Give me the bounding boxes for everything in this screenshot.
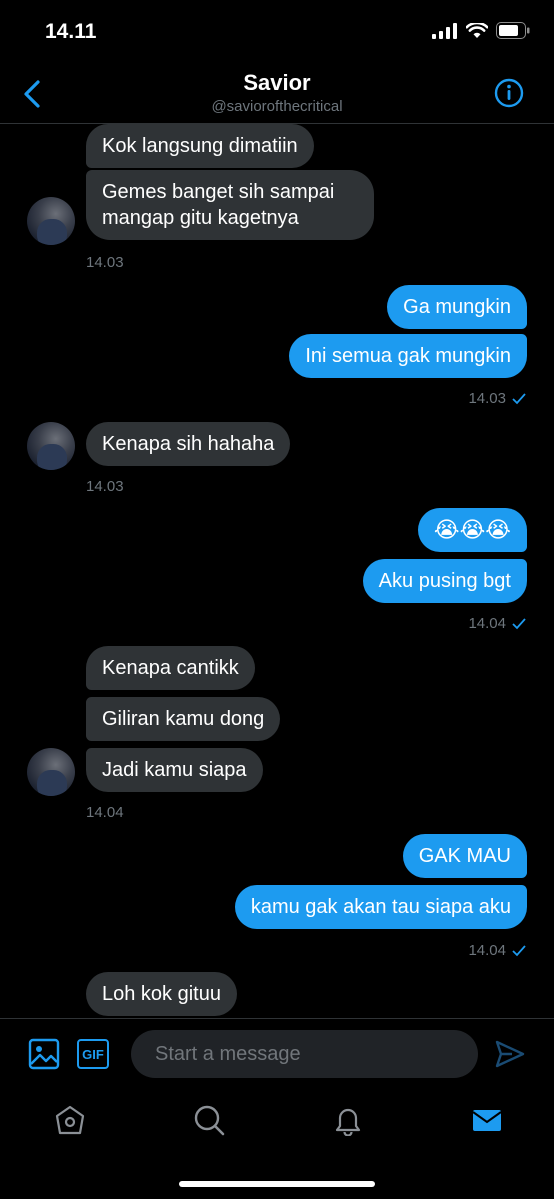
message-timestamp: 14.03 — [86, 254, 124, 271]
search-icon[interactable] — [193, 1104, 225, 1136]
message-timestamp: 14.04 — [468, 615, 526, 632]
status-bar: 14.11 — [0, 0, 554, 62]
checkmark-icon — [512, 617, 526, 629]
battery-icon — [496, 22, 530, 39]
message-bubble-incoming[interactable]: Kenapa sih hahaha — [86, 422, 291, 466]
wifi-icon — [466, 22, 488, 38]
message-bubble-outgoing[interactable]: Ini semua gak mungkin — [289, 334, 527, 378]
send-icon[interactable] — [494, 1039, 526, 1069]
message-bubble-outgoing[interactable]: Ga mungkin — [387, 285, 527, 329]
avatar[interactable] — [27, 197, 75, 245]
timestamp-text: 14.04 — [468, 615, 506, 632]
message-bubble-incoming[interactable]: Loh kok gituu — [86, 972, 237, 1016]
message-bubble-outgoing[interactable]: GAK MAU — [402, 834, 527, 878]
timestamp-text: 14.03 — [468, 390, 506, 407]
message-bubble-incoming[interactable]: Gemes banget sih sampai mangap gitu kage… — [86, 170, 374, 240]
conversation-handle: @saviorofthecritical — [211, 98, 343, 115]
gif-icon[interactable]: GIF — [77, 1039, 109, 1069]
signal-icon — [432, 22, 457, 39]
conversation-title[interactable]: Savior — [0, 70, 554, 96]
message-timestamp: 14.04 — [468, 942, 526, 959]
message-bubble-incoming[interactable]: Kok langsung dimatiin — [86, 124, 314, 168]
conversation-header: Savior @saviorofthecritical — [0, 62, 554, 124]
bell-icon[interactable] — [332, 1104, 364, 1136]
home-indicator — [179, 1181, 375, 1187]
compose-bar: GIF — [0, 1018, 554, 1090]
message-bubble-incoming[interactable]: Kenapa cantikk — [86, 646, 255, 690]
status-icons — [432, 22, 530, 39]
message-timestamp: 14.04 — [86, 804, 124, 821]
home-icon[interactable] — [54, 1104, 86, 1136]
message-bubble-outgoing[interactable]: kamu gak akan tau siapa aku — [234, 885, 527, 929]
message-timestamp: 14.03 — [86, 478, 124, 495]
message-bubble-outgoing[interactable]: 😭😭😭 — [417, 508, 527, 552]
checkmark-icon — [512, 944, 526, 956]
avatar[interactable] — [27, 422, 75, 470]
message-bubble-incoming[interactable]: Giliran kamu dong — [86, 697, 281, 741]
timestamp-text: 14.04 — [468, 942, 506, 959]
message-input[interactable] — [131, 1030, 478, 1078]
message-bubble-outgoing[interactable]: Aku pusing bgt — [362, 559, 527, 603]
mail-icon[interactable] — [471, 1104, 503, 1136]
message-timestamp: 14.03 — [468, 390, 526, 407]
image-icon[interactable] — [28, 1038, 60, 1070]
status-time: 14.11 — [45, 20, 97, 43]
checkmark-icon — [512, 392, 526, 404]
info-icon[interactable] — [494, 78, 524, 108]
avatar[interactable] — [27, 748, 75, 796]
message-bubble-incoming[interactable]: Jadi kamu siapa — [86, 748, 263, 792]
message-thread[interactable]: Kok langsung dimatiin Gemes banget sih s… — [0, 124, 554, 1018]
